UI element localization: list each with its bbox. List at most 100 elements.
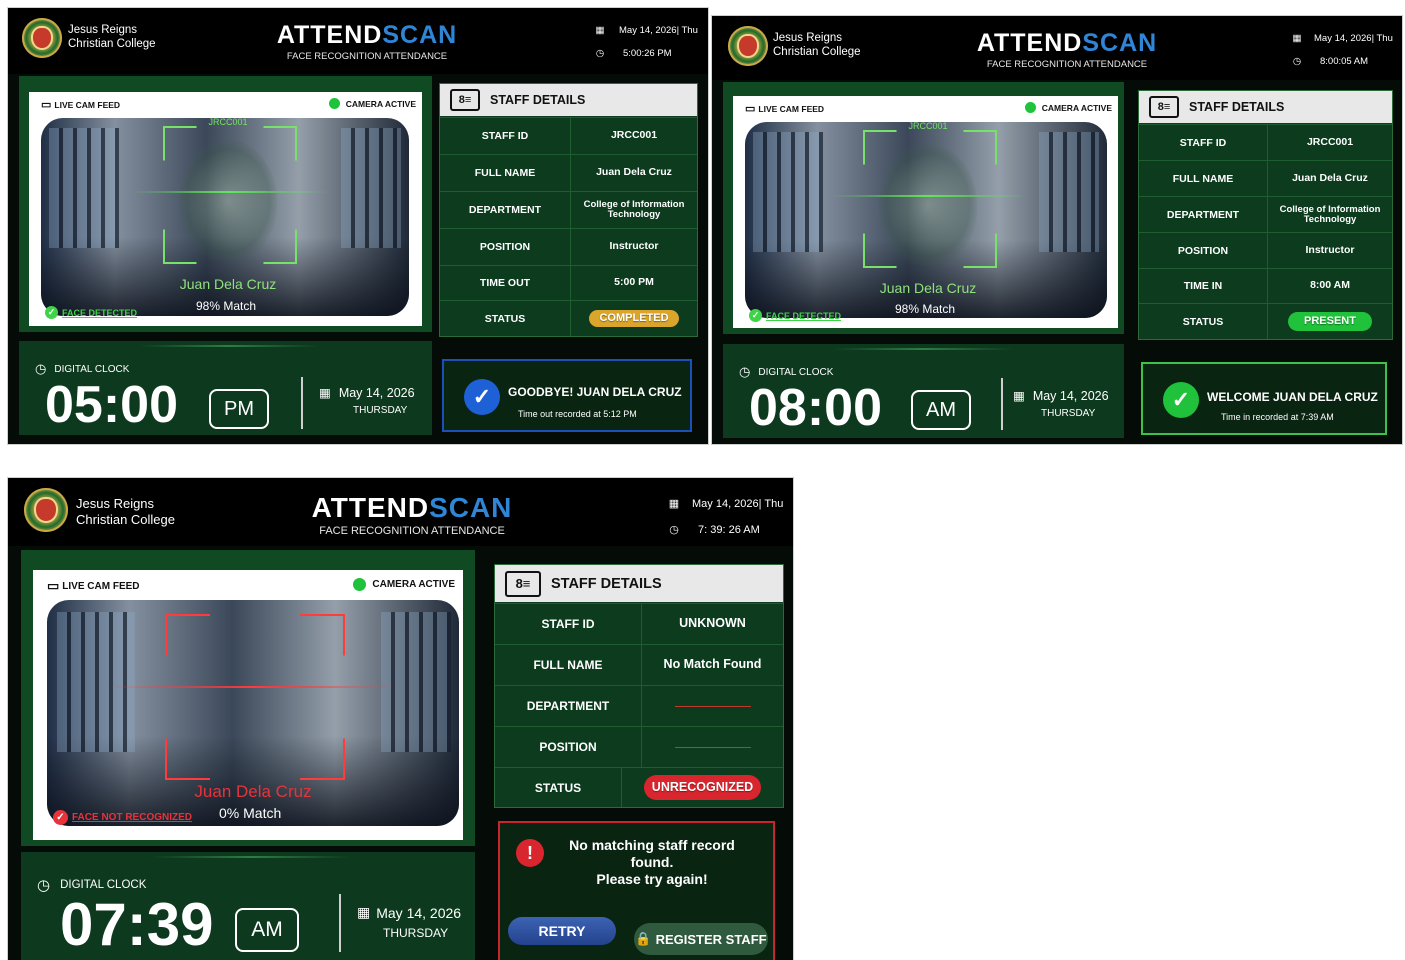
app-brand: ATTENDSCAN <box>968 29 1166 58</box>
detail-row: DEPARTMENT College of Information Technol… <box>1139 196 1392 232</box>
check-circle-icon: ✓ <box>1163 382 1199 418</box>
detail-label: POSITION <box>1139 233 1268 268</box>
detail-value: No Match Found <box>663 657 762 672</box>
clock-icon: ◷ <box>595 48 605 59</box>
clock-time: 08:00 <box>749 379 882 437</box>
detail-value: UNKNOWN <box>679 616 746 631</box>
empty-value-dash <box>674 705 751 707</box>
clock-day: THURSDAY <box>353 405 408 416</box>
window-background <box>753 132 823 252</box>
window-background <box>57 612 135 752</box>
header-time: ◷ 7: 39: 26 AM <box>666 523 760 537</box>
header-time-text: 7: 39: 26 AM <box>698 523 760 536</box>
school-name: Jesus Reigns Christian College <box>76 496 175 527</box>
register-staff-button[interactable]: 🔒 REGISTER STAFF <box>634 923 768 955</box>
app-subtitle: FACE RECOGNITION ATTENDANCE <box>319 525 505 537</box>
detail-row: POSITION <box>495 726 783 767</box>
staff-details-panel: 8≡ STAFF DETAILS STAFF ID UNKNOWN FULL NAM… <box>494 564 784 808</box>
detail-row: DEPARTMENT <box>495 685 783 726</box>
lock-icon: 🔒 <box>635 931 652 946</box>
school-logo <box>728 26 768 66</box>
clock-day: THURSDAY <box>383 926 449 940</box>
attendance-screen-unrecognized: Jesus Reigns Christian College ATTENDSCA… <box>8 478 793 960</box>
detail-value-empty <box>642 686 783 726</box>
clock-date-text: May 14, 2026 <box>376 904 462 921</box>
clock-date: ▦ May 14, 2026 <box>357 904 461 921</box>
detail-label: STAFF ID <box>495 604 642 644</box>
staff-details-header: 8≡ STAFF DETAILS <box>1139 91 1392 123</box>
header-date: ▦ May 14, 2026| Thu <box>666 497 784 511</box>
detail-value: Juan Dela Cruz <box>1292 171 1368 184</box>
detected-name: Juan Dela Cruz <box>879 280 977 296</box>
detail-row: STATUS PRESENT <box>1139 303 1392 339</box>
app-header: Jesus Reigns Christian College ATTENDSCA… <box>8 8 708 74</box>
digital-clock-panel: ◷ DIGITAL CLOCK 08:00 AM ▦ May 14, 2026 TH… <box>723 344 1124 438</box>
detected-name: Juan Dela Cruz <box>179 276 277 292</box>
school-name-line2: Christian College <box>773 45 861 58</box>
detail-value: JRCC001 <box>610 129 658 142</box>
school-name-line2: Christian College <box>68 37 156 50</box>
detail-label: DEPARTMENT <box>495 686 642 726</box>
check-icon: ✓ <box>45 306 58 319</box>
staff-details-panel: 8≡ STAFF DETAILS STAFF ID JRCC001 FULL NAM… <box>1138 90 1393 340</box>
school-name-line1: Jesus Reigns <box>773 32 843 44</box>
face-not-recognized-status: ✓ FACE NOT RECOGNIZED <box>53 810 192 825</box>
clock-date: ▦ May 14, 2026 <box>1013 388 1109 404</box>
header-date-text: May 14, 2026| Thu <box>619 25 698 36</box>
message-subtitle: Time out recorded at 5:12 PM <box>518 409 637 419</box>
header-date: ▦ May 14, 2026| Thu <box>1290 33 1393 44</box>
brand-part1: ATTEND <box>276 21 383 49</box>
clock-icon: ◷ <box>669 524 679 536</box>
app-header: Jesus Reigns Christian College ATTENDSCA… <box>712 16 1402 80</box>
id-card-icon: 8≡ <box>505 570 541 597</box>
status-cell: COMPLETED <box>571 301 697 336</box>
detail-row: STAFF ID JRCC001 <box>1139 124 1392 160</box>
detail-row: POSITION Instructor <box>440 228 697 265</box>
staff-details-panel: 8≡ STAFF DETAILS STAFF ID JRCC001 FULL NAM… <box>439 83 698 337</box>
detail-value: 8:00 AM <box>1310 279 1350 292</box>
brand-part2: SCAN <box>429 492 513 523</box>
check-icon: ✓ <box>53 810 68 825</box>
detail-row: STAFF ID UNKNOWN <box>495 603 783 644</box>
detail-value: Juan Dela Cruz <box>596 166 672 179</box>
scan-line <box>831 195 1027 197</box>
ornament-divider <box>139 345 319 347</box>
calendar-icon: ▦ <box>1013 389 1025 403</box>
camera-status-text: CAMERA ACTIVE <box>372 579 455 590</box>
detail-row: FULL NAME No Match Found <box>495 644 783 685</box>
camera-panel: ▭ LIVE CAM FEED CAMERA ACTIVE JRCC001 Jua… <box>723 82 1124 334</box>
school-name: Jesus Reigns Christian College <box>68 24 156 52</box>
header-date-text: May 14, 2026| Thu <box>692 497 784 510</box>
detail-label: STAFF ID <box>1139 125 1268 160</box>
camera-status: CAMERA ACTIVE <box>353 578 455 591</box>
calendar-icon: ▦ <box>319 386 331 400</box>
feed-label-text: LIVE CAM FEED <box>54 99 121 110</box>
camera-icon: ▭ <box>47 578 60 593</box>
empty-value-dash <box>674 746 751 748</box>
face-detected-status: ✓ FACE DETECTED <box>45 306 137 319</box>
clock-date-text: May 14, 2026 <box>338 385 415 400</box>
face-silhouette <box>879 144 977 266</box>
camera-status-text: CAMERA ACTIVE <box>1041 102 1112 113</box>
face-detected-text: FACE DETECTED <box>62 307 138 318</box>
staff-details-header: 8≡ STAFF DETAILS <box>495 565 783 602</box>
retry-button[interactable]: RETRY <box>508 917 616 945</box>
detail-row: DEPARTMENT College of Information Technol… <box>440 191 697 228</box>
window-background <box>49 128 119 248</box>
detail-label: TIME OUT <box>440 266 571 300</box>
detail-row: FULL NAME Juan Dela Cruz <box>440 154 697 191</box>
detail-label: STATUS <box>1139 304 1268 339</box>
detail-label: POSITION <box>440 229 571 265</box>
error-line2: found. <box>630 854 674 870</box>
header-time: ◷ 8:00:05 AM <box>1290 56 1368 67</box>
detail-row: STATUS UNRECOGNIZED <box>495 767 783 807</box>
calendar-icon: ▦ <box>1292 33 1302 44</box>
clock-date: ▦ May 14, 2026 <box>319 385 415 401</box>
clock-icon: ◷ <box>37 877 51 894</box>
live-cam-feed-label: ▭ LIVE CAM FEED <box>745 102 824 115</box>
clock-divider <box>339 894 341 952</box>
detail-value: College of Information Technology <box>583 199 685 220</box>
status-cell: UNRECOGNIZED <box>622 768 783 807</box>
feed-label-text: LIVE CAM FEED <box>758 103 825 114</box>
staff-details-title: STAFF DETAILS <box>551 575 662 592</box>
